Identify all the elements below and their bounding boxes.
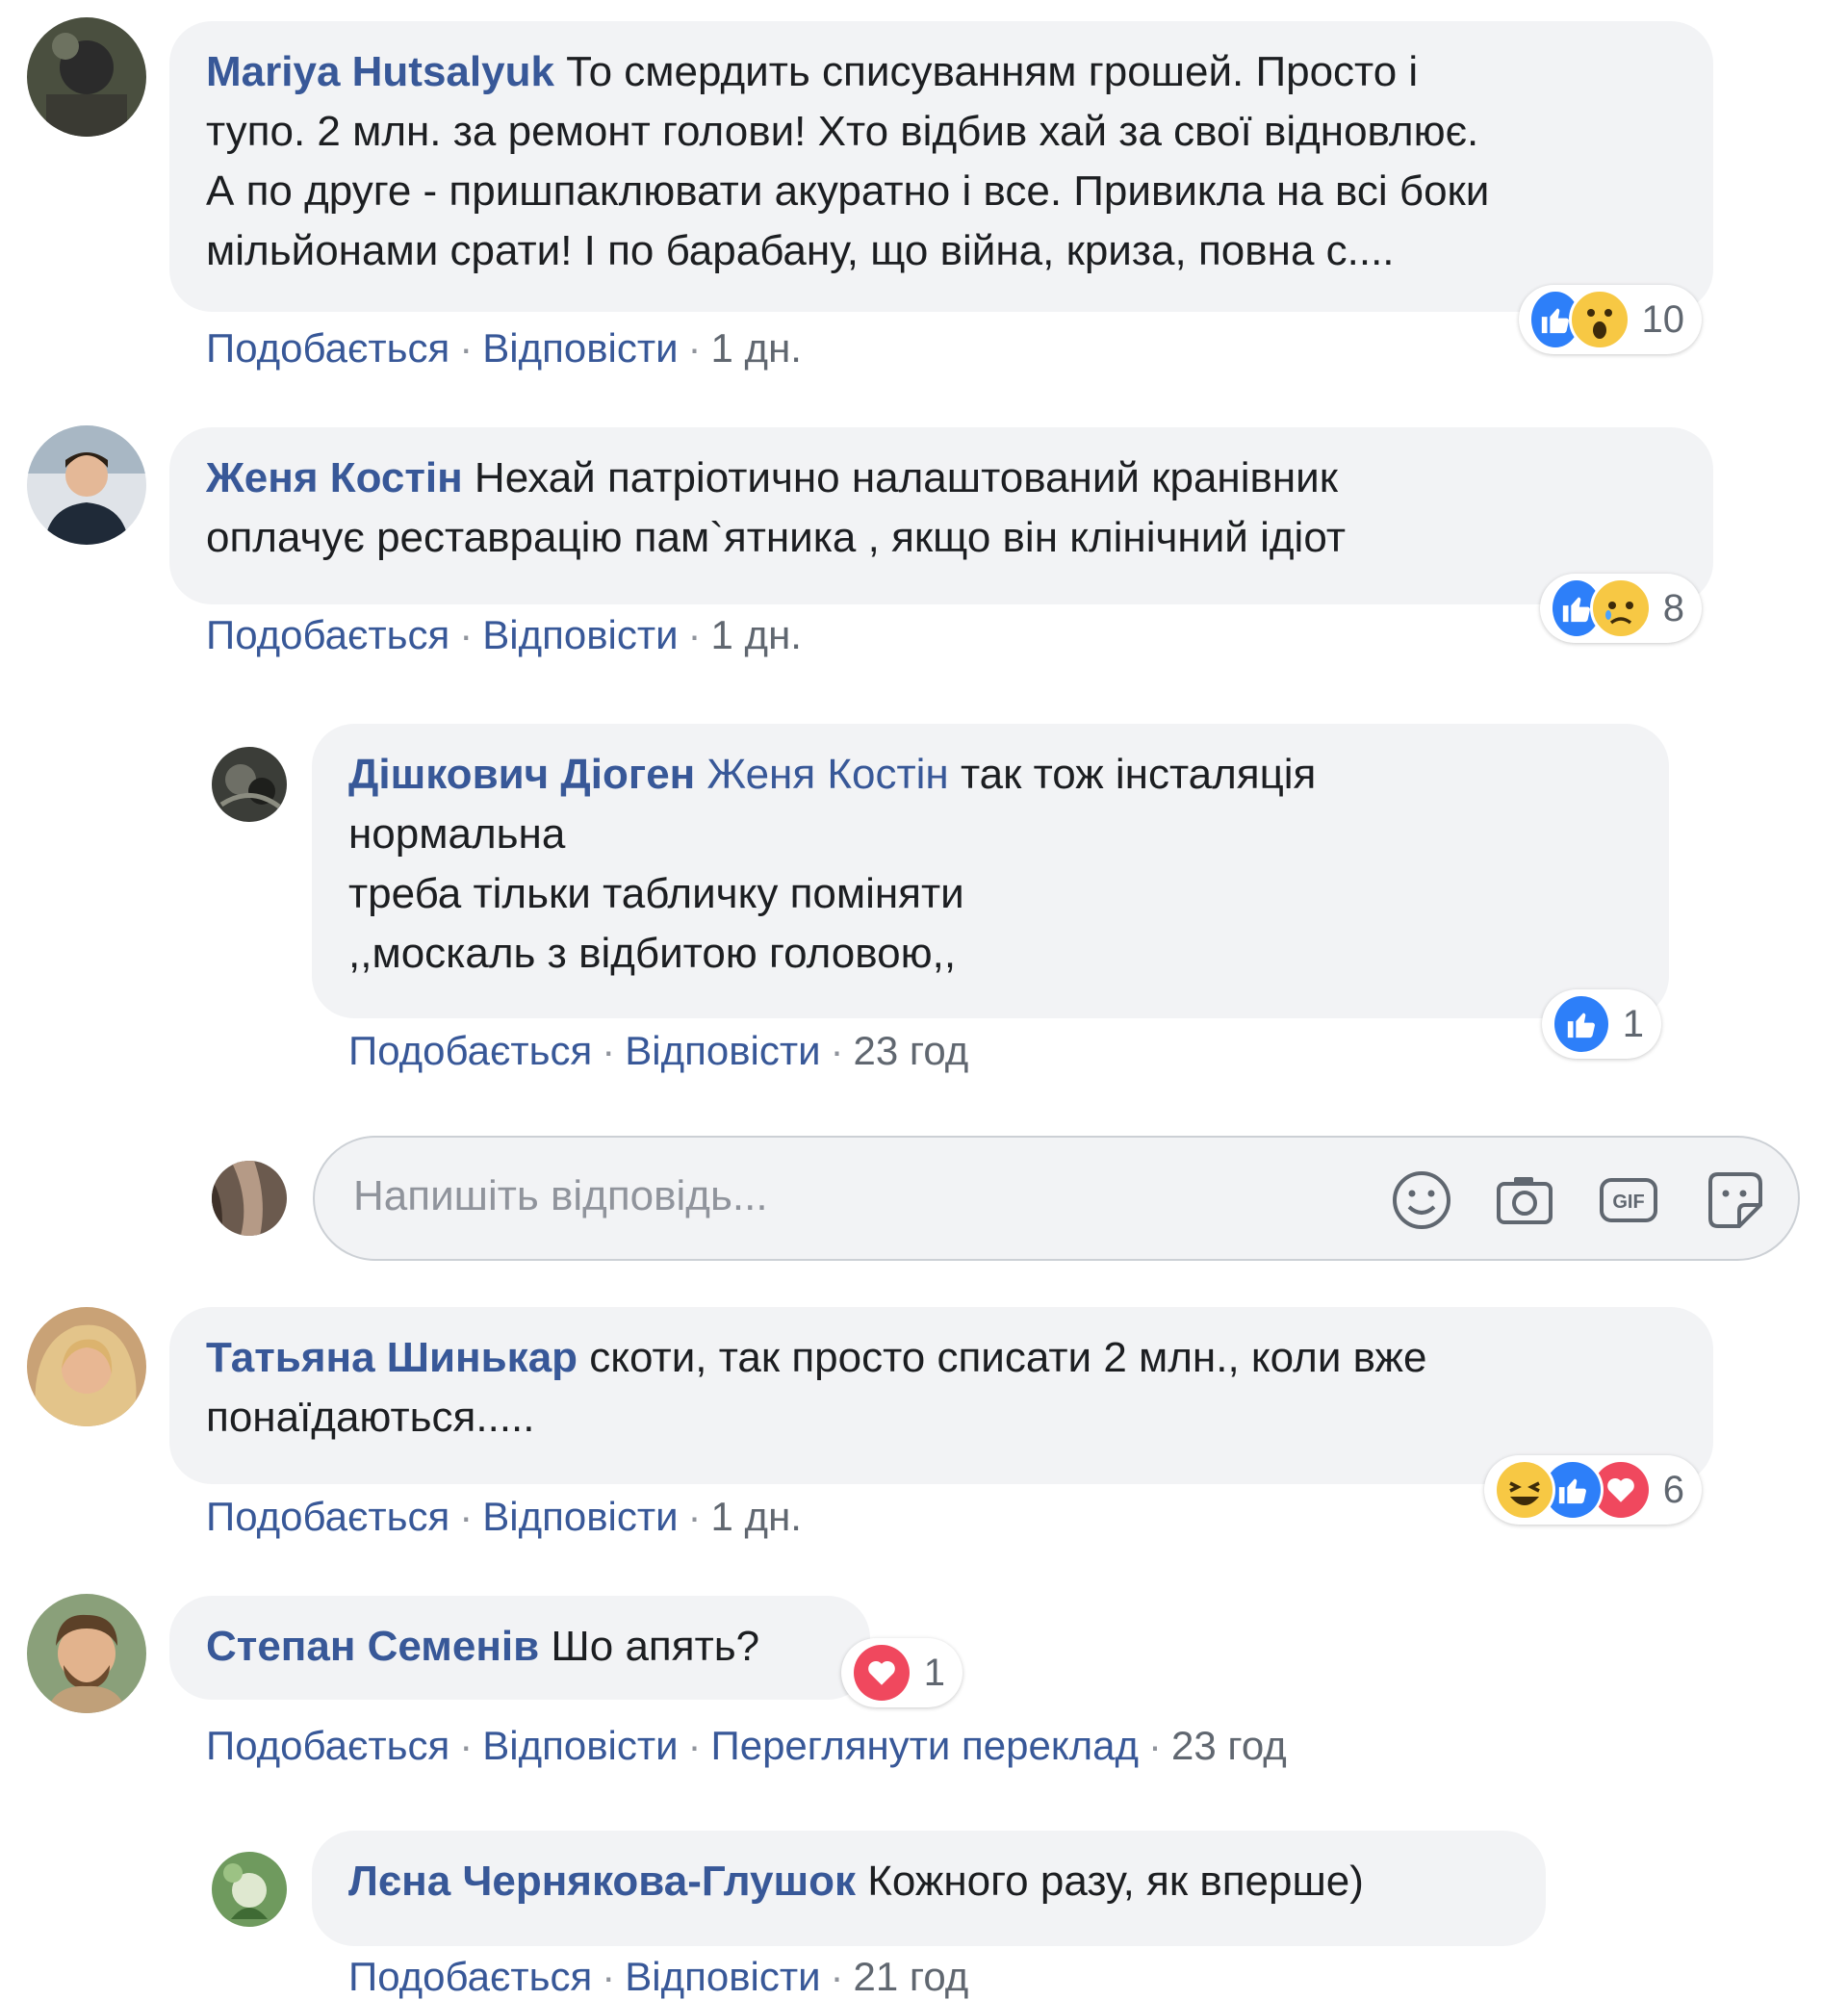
comment-author[interactable]: Татьяна Шинькар [206,1334,578,1381]
reaction-summary[interactable]: 1 [841,1638,962,1707]
comment-text-line: понаїдаються..... [206,1394,535,1441]
separator-dot: · [830,1954,844,1999]
comment-author[interactable]: Дішкович Діоген [348,751,695,798]
reply-input[interactable]: Напишіть відповідь... GIF [313,1136,1800,1261]
separator-dot: · [602,1954,616,1999]
svg-text:GIF: GIF [1612,1192,1644,1213]
gif-icon[interactable]: GIF [1595,1167,1662,1234]
like-link[interactable]: Подобається [348,1028,592,1073]
reaction-count: 1 [1622,1002,1644,1045]
reply-link[interactable]: Відповісти [482,612,678,657]
comment-text-line: ,,москаль з відбитою головою,, [348,930,957,977]
separator-dot: · [687,612,702,657]
separator-dot: · [459,612,474,657]
timestamp[interactable]: 1 дн. [711,325,802,371]
mention-link[interactable]: Женя Костін [706,751,948,798]
comment-bubble: Mariya Hutsalyuk То смердить списуванням… [169,21,1713,312]
comment-author[interactable]: Женя Костін [206,454,463,501]
reaction-count: 8 [1662,586,1684,629]
reply-bubble: Лєна Чернякова-Глушок Кожного разу, як в… [312,1831,1546,1946]
reaction-count: 6 [1662,1468,1684,1511]
reaction-summary[interactable]: 6 [1484,1455,1702,1525]
wow-icon [1568,289,1630,350]
reaction-summary[interactable]: 10 [1519,285,1702,354]
comment-bubble: Женя Костін Нехай патріотично налаштован… [169,427,1713,604]
separator-dot: · [687,325,702,371]
comment-author[interactable]: Степан Семенів [206,1623,539,1670]
timestamp[interactable]: 23 год [1171,1723,1287,1768]
comment-text-line: Шо апять? [551,1623,760,1670]
like-link[interactable]: Подобається [206,1723,449,1768]
comment-text-line: так тож інсталяція [960,751,1317,798]
comment-text-line: скоти, так просто списати 2 млн., коли в… [589,1334,1427,1381]
reply-link[interactable]: Відповісти [625,1954,820,1999]
like-link[interactable]: Подобається [348,1954,592,1999]
comment-author[interactable]: Mariya Hutsalyuk [206,48,554,95]
comment-text-line: треба тільки табличку поміняти [348,870,964,917]
timestamp[interactable]: 21 год [854,1954,969,1999]
reply-bubble: Дішкович Діоген Женя Костін так тож інст… [312,724,1669,1018]
sticker-icon[interactable] [1701,1167,1768,1234]
separator-dot: · [830,1028,844,1073]
reply-link[interactable]: Відповісти [482,1723,678,1768]
comment-text-line: А по друге - пришпаклювати акуратно і вс… [206,167,1490,215]
love-icon [851,1642,912,1704]
comment-actions: Подобається · Відповісти · 23 год [348,1028,968,1074]
avatar[interactable] [27,425,146,545]
timestamp[interactable]: 1 дн. [711,612,802,657]
reply-link[interactable]: Відповісти [482,1494,678,1539]
timestamp[interactable]: 1 дн. [711,1494,802,1539]
comment-text-line: тупо. 2 млн. за ремонт голови! Хто відби… [206,108,1479,155]
reply-link[interactable]: Відповісти [625,1028,820,1073]
separator-dot: · [459,1723,474,1768]
separator-dot: · [687,1494,702,1539]
comment-text-line: оплачує реставрацію пам`ятника , якщо ві… [206,514,1346,561]
comment-actions: Подобається · Відповісти · Переглянути перек… [206,1723,1287,1769]
comment-bubble: Татьяна Шинькар скоти, так просто списат… [169,1307,1713,1484]
like-link[interactable]: Подобається [206,1494,449,1539]
timestamp[interactable]: 23 год [854,1028,969,1073]
reply-placeholder: Напишіть відповідь... [353,1172,768,1219]
comment-text-line: Нехай патріотично налаштований кранівник [474,454,1339,501]
camera-icon[interactable] [1491,1167,1558,1234]
comment-actions: Подобається · Відповісти · 21 год [348,1954,968,2000]
emoji-icon[interactable] [1388,1167,1455,1234]
avatar[interactable] [27,17,146,137]
comment-text-line: Кожного разу, як вперше) [867,1858,1364,1905]
avatar[interactable] [27,1307,146,1426]
haha-icon [1494,1459,1555,1521]
reply-link[interactable]: Відповісти [482,325,678,371]
see-translation-link[interactable]: Переглянути переклад [711,1723,1140,1768]
separator-dot: · [1148,1723,1163,1768]
comment-bubble: Степан Семенів Шо апять? [169,1596,870,1700]
comment-actions: Подобається · Відповісти · 1 дн. [206,325,802,372]
sad-icon [1589,577,1652,639]
reaction-summary[interactable]: 8 [1540,574,1702,643]
comment-author[interactable]: Лєна Чернякова-Глушок [348,1858,856,1905]
comment-text-line: нормальна [348,810,566,858]
separator-dot: · [687,1723,702,1768]
comment-text-line: мільйонами срати! І по барабану, що війн… [206,227,1395,274]
avatar[interactable] [212,1852,287,1927]
reaction-summary[interactable]: 1 [1542,989,1661,1059]
reaction-count: 10 [1641,297,1685,341]
avatar[interactable] [27,1594,146,1713]
separator-dot: · [459,325,474,371]
current-user-avatar [212,1161,287,1236]
separator-dot: · [602,1028,616,1073]
comment-actions: Подобається · Відповісти · 1 дн. [206,1494,802,1540]
comment-actions: Подобається · Відповісти · 1 дн. [206,612,802,658]
reaction-count: 1 [923,1651,945,1694]
like-icon [1552,993,1611,1055]
comment-text-line: То смердить списуванням грошей. Просто і [566,48,1419,95]
like-link[interactable]: Подобається [206,612,449,657]
like-link[interactable]: Подобається [206,325,449,371]
separator-dot: · [459,1494,474,1539]
avatar[interactable] [212,747,287,822]
